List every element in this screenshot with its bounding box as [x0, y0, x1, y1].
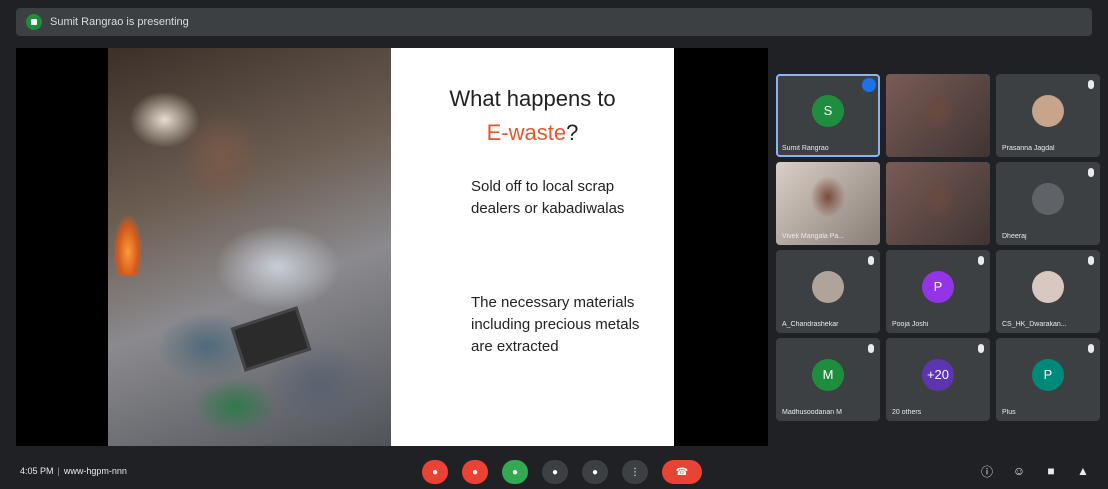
activities-icon[interactable]: ▲: [1076, 464, 1090, 478]
photo-scrap-box: [230, 306, 312, 372]
slide-title-line2: E-waste?: [391, 120, 674, 146]
side-panel-controls: ⓘ ☺ ■ ▲: [980, 464, 1090, 479]
camera-off-icon: ●: [471, 466, 479, 478]
participant-photo: [812, 270, 844, 303]
presenting-text: Sumit Rangrao is presenting: [50, 16, 189, 28]
participant-name: Vivek Mangala Pa...: [782, 233, 845, 240]
leave-call-icon: ☎: [675, 466, 689, 478]
speaking-indicator-icon: [862, 78, 876, 92]
participant-photo: [1032, 270, 1064, 303]
slide-point-2: The necessary materials including precio…: [471, 294, 640, 355]
mic-muted-icon: [978, 344, 984, 353]
leave-call-button[interactable]: ☎: [662, 460, 702, 484]
raise-hand-button[interactable]: ●: [542, 460, 568, 484]
participant-name: Pooja Joshi: [892, 321, 929, 328]
participant-avatar: S: [812, 94, 844, 127]
participant-tile[interactable]: A_Chandrashekar: [776, 250, 880, 333]
mic-muted-icon: [978, 256, 984, 265]
call-controls: ● ● ● ● ● ⋮ ☎: [422, 460, 702, 484]
slide-point-1: Sold off to local scrap dealers or kabad…: [471, 178, 625, 217]
participant-video: [886, 74, 990, 157]
participant-tile[interactable]: M Madhusoodanan M: [776, 338, 880, 421]
captions-button[interactable]: ●: [502, 460, 528, 484]
participant-tile[interactable]: P Pooja Joshi: [886, 250, 990, 333]
raise-hand-icon: ●: [551, 466, 559, 478]
slide-title-highlight: E-waste: [486, 120, 567, 145]
participant-grid: S Sumit Rangrao Prasanna Jagdal Vivek Manga…: [776, 74, 1106, 422]
participant-video: [886, 162, 990, 245]
present-button[interactable]: ●: [582, 460, 608, 484]
meeting-time: 4:05 PM: [20, 466, 54, 476]
mic-off-icon: ●: [431, 466, 439, 478]
presenting-banner: Sumit Rangrao is presenting: [16, 8, 1092, 36]
camera-off-button[interactable]: ●: [462, 460, 488, 484]
participant-tile[interactable]: [886, 74, 990, 157]
participant-name: CS_HK_Dwarakan...: [1002, 321, 1067, 328]
meeting-code[interactable]: www-hgpm-nnn: [64, 466, 127, 476]
participant-tile[interactable]: Vivek Mangala Pa...: [776, 162, 880, 245]
meeting-details: 4:05 PM | www-hgpm-nnn: [20, 466, 127, 476]
participant-name: Dheeraj: [1002, 233, 1027, 240]
participant-tile[interactable]: +20 20 others: [886, 338, 990, 421]
participant-name: Sumit Rangrao: [782, 145, 829, 152]
participant-tile[interactable]: Dheeraj: [996, 162, 1100, 245]
slide-title-line1: What happens to: [449, 86, 616, 111]
participant-tile[interactable]: [886, 162, 990, 245]
slide-content: What happens to E-waste? Sold off to loc…: [391, 48, 674, 446]
present-icon: ●: [591, 466, 599, 478]
people-icon[interactable]: ☺: [1012, 464, 1026, 478]
mic-muted-icon: [1088, 256, 1094, 265]
participant-tile[interactable]: S Sumit Rangrao: [776, 74, 880, 157]
presentation-stage: What happens to E-waste? Sold off to loc…: [16, 48, 768, 446]
mic-off-button[interactable]: ●: [422, 460, 448, 484]
participant-name: Prasanna Jagdal: [1002, 145, 1055, 152]
more-options-icon: ⋮: [630, 466, 640, 478]
participant-tile[interactable]: CS_HK_Dwarakan...: [996, 250, 1100, 333]
participant-avatar: P: [922, 270, 954, 303]
slide-photo: [108, 48, 391, 446]
participant-tile[interactable]: P Plus: [996, 338, 1100, 421]
chat-icon[interactable]: ■: [1044, 464, 1058, 478]
mic-muted-icon: [1088, 168, 1094, 177]
participant-name: Madhusoodanan M: [782, 409, 842, 416]
participant-avatar: M: [812, 358, 844, 391]
meta-separator: |: [57, 466, 60, 476]
more-options-button[interactable]: ⋮: [622, 460, 648, 484]
slide-title-question-mark: ?: [566, 120, 579, 145]
info-icon[interactable]: ⓘ: [980, 464, 994, 479]
participant-name: 20 others: [892, 409, 922, 416]
participant-name: Plus: [1002, 409, 1016, 416]
captions-icon: ●: [511, 466, 519, 478]
mic-muted-icon: [868, 344, 874, 353]
photo-fire-area: [114, 216, 142, 276]
participant-avatar: P: [1032, 358, 1064, 391]
participant-photo: [1032, 94, 1064, 127]
participant-name: A_Chandrashekar: [782, 321, 839, 328]
bottom-bar: 4:05 PM | www-hgpm-nnn ● ● ● ● ● ⋮ ☎ ⓘ ☺ ■ ▲: [0, 452, 1108, 489]
participant-photo: [1032, 182, 1064, 215]
presenting-icon: [26, 14, 42, 30]
participant-avatar: +20: [922, 358, 954, 391]
mic-muted-icon: [1088, 80, 1094, 89]
participant-tile[interactable]: Prasanna Jagdal: [996, 74, 1100, 157]
mic-muted-icon: [868, 256, 874, 265]
mic-muted-icon: [1088, 344, 1094, 353]
